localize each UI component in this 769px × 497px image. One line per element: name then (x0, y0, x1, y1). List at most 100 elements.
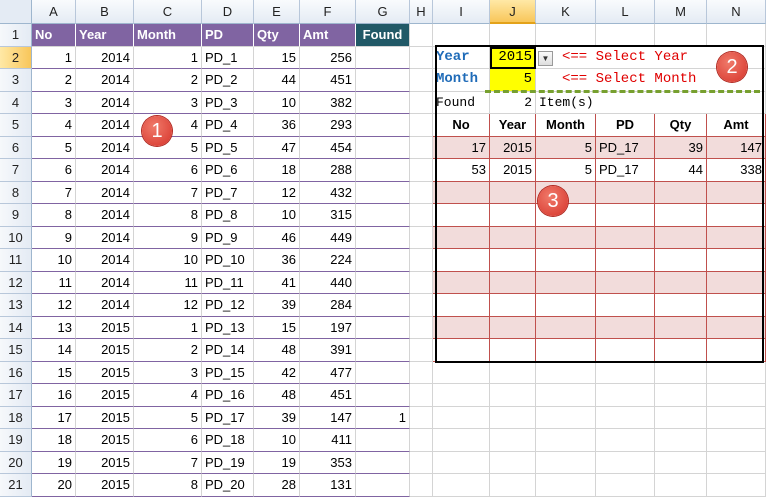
grid-cell[interactable] (707, 361, 766, 384)
result-cell[interactable]: 2015 (490, 159, 536, 182)
source-cell[interactable]: 131 (300, 474, 356, 497)
source-cell[interactable]: 6 (134, 429, 202, 452)
source-cell[interactable] (356, 136, 410, 159)
source-cell[interactable]: 7 (134, 181, 202, 204)
source-cell[interactable]: 454 (300, 136, 356, 159)
source-cell[interactable]: 18 (254, 159, 300, 182)
source-cell[interactable]: PD_12 (202, 294, 254, 317)
source-cell[interactable]: 10 (134, 249, 202, 272)
result-cell[interactable]: 2015 (490, 136, 536, 159)
row-header-10[interactable]: 10 (0, 226, 32, 249)
column-header-l[interactable]: L (596, 0, 655, 24)
source-cell[interactable]: 2014 (76, 159, 134, 182)
result-cell[interactable] (433, 294, 490, 317)
source-cell[interactable]: 2 (134, 339, 202, 362)
result-cell[interactable] (655, 204, 707, 227)
source-cell[interactable]: 5 (32, 136, 76, 159)
source-cell[interactable]: 449 (300, 226, 356, 249)
source-cell[interactable]: 1 (356, 406, 410, 429)
grid-cell[interactable] (655, 474, 707, 497)
source-cell[interactable]: PD_3 (202, 91, 254, 114)
grid-cell[interactable] (707, 406, 766, 429)
result-cell[interactable]: 17 (433, 136, 490, 159)
row-header-7[interactable]: 7 (0, 159, 32, 182)
source-cell[interactable]: 7 (32, 181, 76, 204)
grid-cell[interactable] (655, 24, 707, 47)
grid-cell[interactable] (433, 429, 490, 452)
grid-cell[interactable] (490, 429, 536, 452)
source-cell[interactable]: PD_16 (202, 384, 254, 407)
grid-cell[interactable] (707, 384, 766, 407)
result-cell[interactable] (490, 316, 536, 339)
row-header-17[interactable]: 17 (0, 384, 32, 407)
source-cell[interactable]: 15 (254, 316, 300, 339)
grid-cell[interactable] (433, 24, 490, 47)
source-cell[interactable] (356, 69, 410, 92)
grid-cell[interactable] (410, 181, 433, 204)
source-cell[interactable]: PD_18 (202, 429, 254, 452)
source-cell[interactable]: 14 (32, 339, 76, 362)
result-cell[interactable] (655, 249, 707, 272)
source-cell[interactable] (356, 249, 410, 272)
grid-cell[interactable] (707, 429, 766, 452)
grid-cell[interactable] (410, 339, 433, 362)
source-cell[interactable]: 10 (254, 91, 300, 114)
source-cell[interactable] (356, 159, 410, 182)
source-cell[interactable]: 11 (134, 271, 202, 294)
source-cell[interactable]: 4 (134, 384, 202, 407)
column-header-m[interactable]: M (655, 0, 707, 24)
source-cell[interactable]: PD_11 (202, 271, 254, 294)
source-cell[interactable]: 256 (300, 46, 356, 69)
row-header-21[interactable]: 21 (0, 474, 32, 497)
source-cell[interactable] (356, 91, 410, 114)
source-cell[interactable]: 8 (134, 204, 202, 227)
result-cell[interactable] (596, 271, 655, 294)
row-header-15[interactable]: 15 (0, 339, 32, 362)
source-cell[interactable]: 18 (32, 429, 76, 452)
grid-cell[interactable] (410, 226, 433, 249)
grid-cell[interactable] (707, 474, 766, 497)
source-cell[interactable]: 46 (254, 226, 300, 249)
result-cell[interactable] (490, 271, 536, 294)
source-cell[interactable]: PD_15 (202, 361, 254, 384)
source-cell[interactable]: 11 (32, 271, 76, 294)
grid-cell[interactable] (410, 69, 433, 92)
source-cell[interactable]: 2015 (76, 339, 134, 362)
source-cell[interactable]: 2014 (76, 294, 134, 317)
result-cell[interactable]: 5 (536, 159, 596, 182)
grid-cell[interactable] (536, 429, 596, 452)
grid-cell[interactable] (655, 429, 707, 452)
result-cell[interactable] (433, 271, 490, 294)
result-cell[interactable] (707, 339, 766, 362)
grid-cell[interactable] (410, 294, 433, 317)
row-header-4[interactable]: 4 (0, 91, 32, 114)
source-cell[interactable] (356, 474, 410, 497)
column-header-e[interactable]: E (254, 0, 300, 24)
column-header-n[interactable]: N (707, 0, 766, 24)
result-cell[interactable] (707, 316, 766, 339)
result-cell[interactable]: 338 (707, 159, 766, 182)
grid-cell[interactable] (433, 474, 490, 497)
source-cell[interactable]: 44 (254, 69, 300, 92)
grid-cell[interactable] (536, 474, 596, 497)
grid-cell[interactable] (410, 159, 433, 182)
result-cell[interactable] (596, 294, 655, 317)
grid-cell[interactable] (490, 451, 536, 474)
source-cell[interactable] (356, 226, 410, 249)
row-header-2[interactable]: 2 (0, 46, 32, 69)
result-cell[interactable] (433, 204, 490, 227)
source-cell[interactable]: PD_6 (202, 159, 254, 182)
result-cell[interactable] (596, 249, 655, 272)
grid-cell[interactable] (536, 361, 596, 384)
source-cell[interactable]: 48 (254, 339, 300, 362)
column-header-k[interactable]: K (536, 0, 596, 24)
source-cell[interactable]: 7 (134, 451, 202, 474)
source-cell[interactable]: PD_13 (202, 316, 254, 339)
result-cell[interactable]: 5 (536, 136, 596, 159)
source-cell[interactable] (356, 316, 410, 339)
source-cell[interactable]: 9 (32, 226, 76, 249)
grid-cell[interactable] (433, 384, 490, 407)
source-cell[interactable]: 39 (254, 294, 300, 317)
source-cell[interactable]: 197 (300, 316, 356, 339)
source-cell[interactable]: PD_20 (202, 474, 254, 497)
